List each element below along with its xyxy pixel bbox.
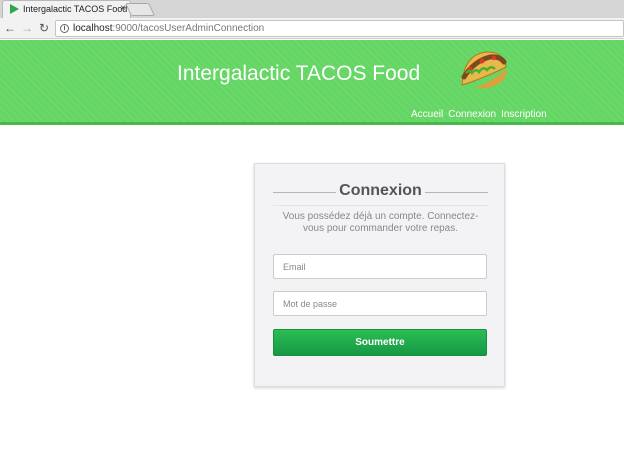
login-card: Connexion Vous possédez déjà un compte. … [254,163,505,387]
nav-link-accueil[interactable]: Accueil [411,109,443,120]
browser-tab[interactable]: Intergalactic TACOS Food × [2,0,131,18]
login-heading: Connexion [339,182,422,199]
new-tab-button[interactable] [124,3,156,16]
url-text[interactable]: localhost:9000/tacosUserAdminConnection [73,23,264,34]
browser-toolbar: ← → ↻ i localhost:9000/tacosUserAdminCon… [0,18,624,39]
heading-underline [273,205,488,206]
back-arrow-icon[interactable]: ← [3,21,17,35]
nav-link-connexion[interactable]: Connexion [448,109,496,120]
site-title: Intergalactic TACOS Food [177,62,421,85]
address-bar[interactable]: i localhost:9000/tacosUserAdminConnectio… [55,20,624,37]
browser-tab-bar: Intergalactic TACOS Food × [0,0,624,18]
tab-title: Intergalactic TACOS Food [23,4,128,14]
password-field[interactable] [273,291,487,316]
login-description: Vous possédez déjà un compte. Connectez-… [282,211,479,234]
info-icon[interactable]: i [60,24,69,33]
forward-arrow-icon[interactable]: → [20,21,34,35]
play-favicon-icon [10,4,19,14]
email-field[interactable] [273,254,487,279]
submit-button[interactable]: Soumettre [273,329,487,356]
site-header: Intergalactic TACOS Food Accueil Connexio… [0,40,624,125]
nav-link-inscription[interactable]: Inscription [501,109,547,120]
taco-logo-icon [461,51,507,89]
login-heading-group: Connexion [273,182,488,204]
reload-icon[interactable]: ↻ [37,21,51,35]
site-nav: Accueil Connexion Inscription [411,109,552,120]
